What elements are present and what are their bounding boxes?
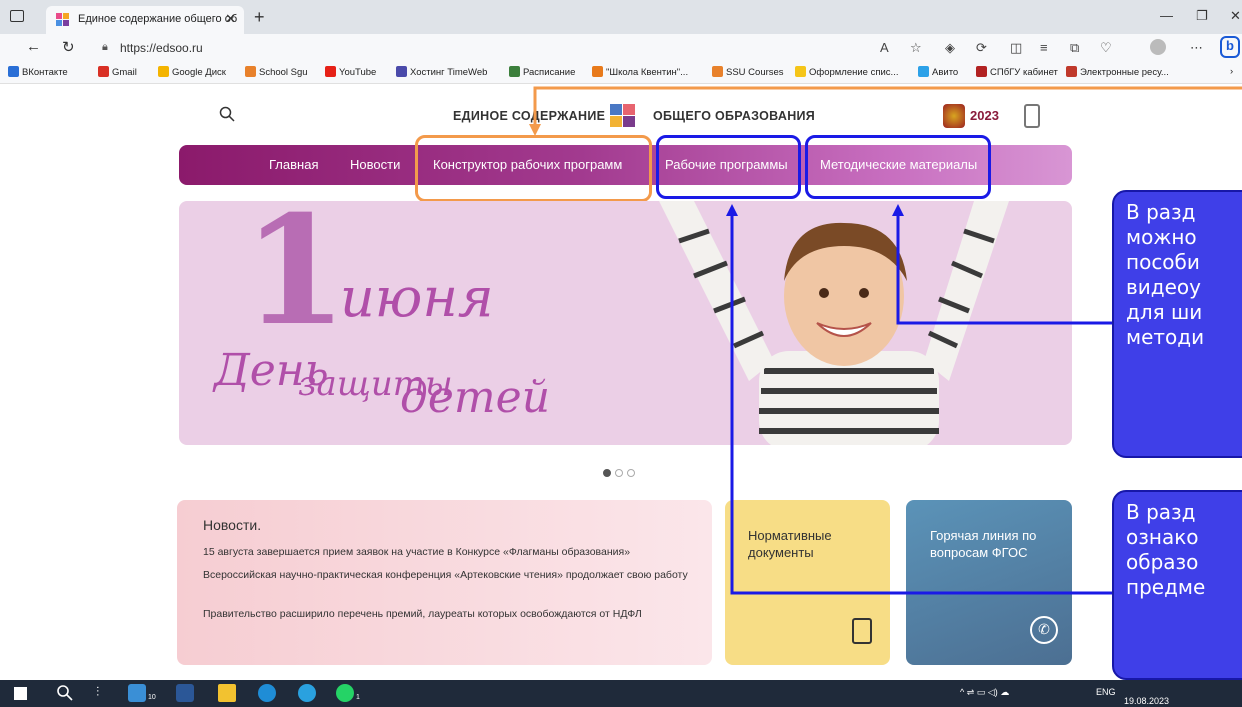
whatsapp-icon[interactable] — [336, 684, 354, 702]
language-indicator[interactable]: ENG — [1096, 687, 1116, 697]
clock-date[interactable]: 19.08.2023 — [1124, 696, 1169, 706]
tray-icons[interactable]: ^ ⇌ ▭ ◁) ☁ — [960, 687, 1009, 698]
taskbar-search-icon[interactable] — [56, 684, 74, 702]
taskbar-app-icon[interactable] — [128, 684, 146, 702]
windows-start-icon[interactable] — [14, 687, 27, 700]
annotation-arrows — [529, 86, 1242, 595]
callout-methodical: В разд можно пособи видеоу для ши методи — [1112, 190, 1242, 458]
callout-work-programs: В разд ознако образо предме — [1112, 490, 1242, 680]
taskbar-badge: 10 — [148, 694, 156, 701]
telegram-icon[interactable] — [298, 684, 316, 702]
edge-icon[interactable] — [258, 684, 276, 702]
task-view-icon[interactable]: ⫶ — [96, 684, 114, 702]
word-icon[interactable] — [176, 684, 194, 702]
file-explorer-icon[interactable] — [218, 684, 236, 702]
taskbar-badge: 1 — [356, 694, 360, 701]
